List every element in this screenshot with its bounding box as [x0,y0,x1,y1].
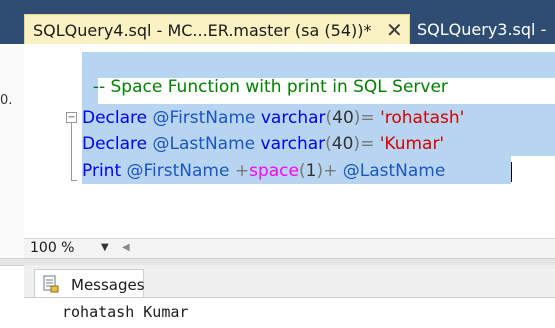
sql-function: space [249,161,299,181]
sql-operator: + [234,161,250,181]
tab-label: SQLQuery4.sql - MC...ER.master (sa (54))… [33,21,372,40]
messages-body: rohatash Kumar [24,297,555,328]
tab-label: Messages [71,276,145,294]
sql-paren: ( [298,161,306,181]
object-explorer-edge: 0. [0,44,25,258]
sql-operator: + [323,161,338,181]
sql-variable: @LastName [342,161,446,181]
outline-end [71,180,77,181]
editor-status-bar: 100 % ▼ ◀ [24,238,555,259]
sql-variable: @FirstName [152,108,256,128]
document-tab-bar: SQLQuery4.sql - MC...ER.master (sa (54))… [0,0,555,44]
sql-keyword: Declare [82,134,148,154]
sql-string: 'Kumar' [379,134,445,154]
truncated-text: 0. [0,93,13,108]
tab-messages[interactable]: Messages [34,269,145,297]
close-icon[interactable]: ✕ [386,18,403,42]
text-caret [511,162,512,182]
sql-keyword: Print [82,161,122,181]
code-line-declare-firstname: Declare @FirstName varchar(40)= 'rohatas… [82,107,464,129]
sql-type: varchar [260,134,326,154]
scroll-left-icon[interactable]: ◀ [122,242,130,253]
sql-number: 40 [332,108,354,128]
sql-variable: @LastName [152,134,256,154]
sql-number: 40 [331,134,354,154]
outline-line [71,122,72,180]
code-line-print: Print @FirstName +space(1)+ @LastName [82,160,445,182]
sql-variable: @FirstName [126,161,230,181]
messages-icon [43,275,59,293]
dropdown-arrow-icon[interactable]: ▼ [101,242,109,253]
tab-sqlquery4[interactable]: SQLQuery4.sql - MC...ER.master (sa (54))… [24,14,410,44]
sql-string: 'rohatash' [380,108,465,128]
zoom-level[interactable]: 100 % [30,240,74,256]
sql-comment: -- Space Function with print in SQL Serv… [92,77,448,97]
tab-label: SQLQuery3.sql - [417,20,547,39]
sql-operator: = [360,134,375,154]
sql-operator: = [360,108,375,128]
code-line-declare-lastname: Declare @LastName varchar(40)= 'Kumar' [82,133,444,155]
sql-keyword: Declare [82,108,148,128]
output-message: rohatash Kumar [62,303,189,321]
tab-sqlquery3[interactable]: SQLQuery3.sql - [410,14,555,44]
sql-paren: ( [325,134,332,154]
sql-type: varchar [260,108,326,128]
code-line-comment: -- Space Function with print in SQL Serv… [82,54,448,98]
sql-number: 1 [305,161,317,181]
